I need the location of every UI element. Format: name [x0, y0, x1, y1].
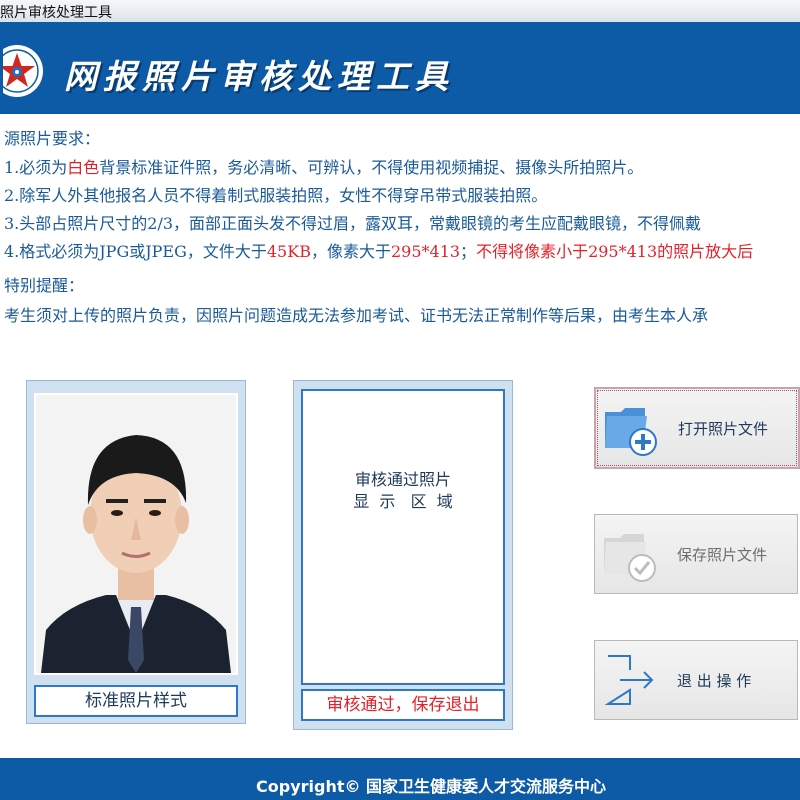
open-photo-label: 打开照片文件: [678, 420, 769, 438]
requirement-1-white-highlight: 白色: [67, 158, 100, 177]
requirement-2: 2.除军人外其他报名人员不得着制式服装拍照，女性不得穿吊带式服装拍照。: [4, 186, 548, 205]
preview-placeholder: 审核通过照片 显 示 区 域: [303, 469, 503, 513]
sample-id-photo: [36, 395, 236, 673]
preview-placeholder-line2: 显 示 区 域: [353, 492, 453, 511]
requirement-4-text-a: 4.格式必须为JPG或JPEG，文件大于: [4, 242, 267, 261]
requirement-1-text-c: 背景标准证件照，务必清晰、可辨认，不得使用视频捕捉、摄像头所拍照片。: [99, 158, 644, 177]
notice-heading: 特别提醒：: [4, 276, 85, 295]
preview-panel: 审核通过照片 显 示 区 域 审核通过，保存退出: [293, 380, 513, 730]
preview-display-area: 审核通过照片 显 示 区 域: [301, 389, 505, 685]
requirement-3: 3.头部占照片尺寸的2/3，面部正面头发不得过眉，露双耳，常戴眼镜的考生应配戴眼…: [4, 214, 702, 233]
window-title: 照片审核处理工具: [0, 5, 112, 21]
requirement-4-pixels: 295*413: [390, 242, 461, 261]
requirement-1: 1.必须为白色背景标准证件照，务必清晰、可辨认，不得使用视频捕捉、摄像头所拍照片…: [4, 154, 643, 178]
copyright-text: Copyright© 国家卫生健康委人才交流服务中心: [256, 777, 607, 796]
window-titlebar[interactable]: 照片审核处理工具: [0, 0, 800, 23]
requirement-1-text-a: 1.必须为: [4, 158, 68, 177]
sample-photo-panel: 标准照片样式: [26, 380, 246, 724]
preview-placeholder-line1: 审核通过照片: [354, 470, 451, 489]
requirement-4-text-e: ；: [460, 242, 477, 261]
exit-door-icon: [604, 655, 654, 705]
requirement-4-text-c: ，像素大于: [310, 242, 391, 261]
exit-button[interactable]: 退 出 操 作: [594, 640, 798, 720]
folder-check-icon: [604, 534, 656, 582]
save-exit-button[interactable]: 审核通过，保存退出: [301, 689, 505, 721]
requirements-panel: 源照片要求： 1.必须为白色背景标准证件照，务必清晰、可辨认，不得使用视频捕捉、…: [0, 120, 800, 335]
footer: Copyright© 国家卫生健康委人才交流服务中心: [0, 758, 800, 800]
notice-text: 考生须对上传的照片负责，因照片问题造成无法参加考试、证书无法正常制作等后果，由考…: [4, 306, 709, 325]
requirement-4: 4.格式必须为JPG或JPEG，文件大于45KB，像素大于295*413；不得将…: [4, 238, 753, 262]
app-title: 网报照片审核处理工具: [64, 57, 454, 96]
exit-label: 退 出 操 作: [677, 672, 752, 690]
save-photo-label: 保存照片文件: [677, 546, 768, 564]
emblem-star-logo-icon: [3, 45, 43, 97]
requirement-4-size: 45KB: [266, 242, 311, 261]
save-photo-button[interactable]: 保存照片文件: [594, 514, 798, 594]
requirements-heading: 源照片要求：: [4, 129, 101, 148]
folder-add-icon: [605, 408, 657, 456]
sample-photo-frame: [34, 393, 238, 675]
sample-caption: 标准照片样式: [34, 685, 238, 717]
app-banner: 网报照片审核处理工具: [0, 22, 800, 114]
requirement-4-warning: 不得将像素小于295*413的照片放大后: [476, 242, 754, 261]
open-photo-button[interactable]: 打开照片文件: [594, 387, 800, 469]
